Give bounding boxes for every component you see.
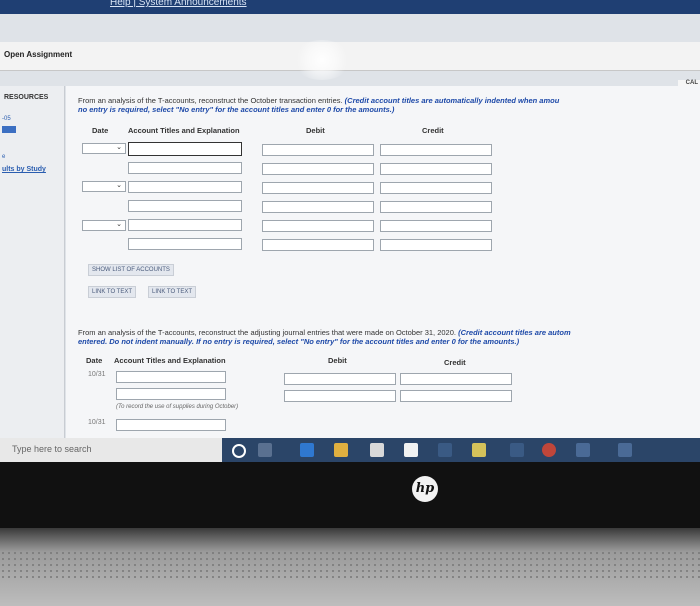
windows-taskbar: Type here to search	[0, 438, 700, 462]
s2-header-account: Account Titles and Explanation	[114, 356, 226, 365]
credit-input[interactable]	[400, 373, 512, 385]
link-to-text-button-2[interactable]: LINK TO TEXT	[148, 286, 197, 298]
help-announcements-links[interactable]: Help | System Announcements	[110, 0, 247, 8]
s1-header-debit: Debit	[306, 126, 325, 135]
sidebar-link[interactable]: -05	[2, 116, 11, 122]
section2-instructions: From an analysis of the T-accounts, reco…	[78, 328, 700, 337]
hp-logo: hp	[412, 476, 438, 502]
section2-instruction-emphasis-2: entered. Do not indent manually. If no e…	[78, 337, 520, 346]
credit-input[interactable]	[400, 390, 512, 402]
account-title-input[interactable]	[128, 162, 242, 174]
app-icon-2[interactable]	[472, 443, 486, 457]
section1-instruction-emphasis-2: no entry is required, select "No entry" …	[78, 105, 395, 114]
account-title-input[interactable]	[128, 181, 242, 193]
edge-icon[interactable]	[300, 443, 314, 457]
top-nav-bar: Help | System Announcements	[0, 0, 700, 14]
debit-input[interactable]	[284, 390, 396, 402]
s2-header-debit: Debit	[328, 356, 347, 365]
app-icon-5[interactable]	[618, 443, 632, 457]
s1-header-credit: Credit	[422, 126, 444, 135]
date-select[interactable]: ⌄	[82, 220, 126, 231]
resources-sidebar: RESOURCES -05 e ults by Study	[0, 86, 65, 438]
amazon-icon[interactable]	[404, 443, 418, 457]
s2-header-date: Date	[86, 356, 103, 365]
debit-input[interactable]	[262, 163, 374, 175]
section1-instructions: From an analysis of the T-accounts, reco…	[78, 96, 700, 105]
section1-instruction-emphasis: (Credit account titles are automatically…	[344, 96, 560, 105]
sidebar-active-item[interactable]	[2, 126, 16, 133]
task-view-icon[interactable]	[258, 443, 272, 457]
credit-input[interactable]	[380, 163, 492, 175]
account-title-input[interactable]	[116, 371, 226, 383]
account-title-input[interactable]	[128, 200, 242, 212]
app-icon[interactable]	[438, 443, 452, 457]
open-assignment-title[interactable]: Open Assignment	[4, 50, 72, 59]
account-title-input[interactable]	[116, 419, 226, 431]
app-icon-3[interactable]	[510, 443, 524, 457]
section1-instruction-text: From an analysis of the T-accounts, reco…	[78, 96, 343, 105]
s2-row1-explanation: (To record the use of supplies during Oc…	[116, 404, 239, 410]
date-select[interactable]: ⌄	[82, 181, 126, 192]
chevron-down-icon: ⌄	[116, 221, 122, 228]
section2-instructions-line2: entered. Do not indent manually. If no e…	[78, 337, 700, 346]
credit-input[interactable]	[380, 220, 492, 232]
file-explorer-icon[interactable]	[334, 443, 348, 457]
s2-row1-date: 10/31	[88, 371, 106, 378]
taskbar-search[interactable]: Type here to search	[0, 438, 222, 462]
debit-input[interactable]	[284, 373, 396, 385]
chevron-down-icon: ⌄	[116, 182, 122, 189]
account-title-input[interactable]	[128, 238, 242, 250]
chevron-down-icon: ⌄	[116, 144, 122, 151]
sidebar-link[interactable]: e	[2, 154, 5, 160]
credit-input[interactable]	[380, 182, 492, 194]
s1-header-account: Account Titles and Explanation	[128, 126, 240, 135]
show-list-of-accounts-button[interactable]: SHOW LIST OF ACCOUNTS	[88, 264, 174, 276]
screen: Help | System Announcements Open Assignm…	[0, 0, 700, 462]
section2-instruction-text: From an analysis of the T-accounts, reco…	[78, 328, 456, 337]
chrome-icon[interactable]	[542, 443, 556, 457]
speaker-grille	[0, 550, 700, 580]
cortana-icon[interactable]	[232, 444, 246, 458]
debit-input[interactable]	[262, 239, 374, 251]
link-to-text-button[interactable]: LINK TO TEXT	[88, 286, 137, 298]
debit-input[interactable]	[262, 144, 374, 156]
section1-instructions-line2: no entry is required, select "No entry" …	[78, 105, 700, 114]
search-placeholder: Type here to search	[12, 444, 92, 454]
debit-input[interactable]	[262, 220, 374, 232]
date-select[interactable]: ⌄	[82, 143, 126, 154]
s2-row2-date: 10/31	[88, 419, 106, 426]
store-icon[interactable]	[370, 443, 384, 457]
account-title-input[interactable]	[116, 388, 226, 400]
resources-heading: RESOURCES	[4, 94, 49, 101]
debit-input[interactable]	[262, 182, 374, 194]
s1-header-date: Date	[92, 126, 109, 135]
results-by-study-link[interactable]: ults by Study	[2, 166, 46, 173]
section2-instruction-emphasis: (Credit account titles are autom	[458, 328, 571, 337]
main-content: From an analysis of the T-accounts, reco…	[66, 86, 700, 438]
account-title-input[interactable]	[128, 142, 242, 156]
credit-input[interactable]	[380, 201, 492, 213]
credit-input[interactable]	[380, 144, 492, 156]
credit-input[interactable]	[380, 239, 492, 251]
app-icon-4[interactable]	[576, 443, 590, 457]
screen-glare	[292, 40, 352, 80]
account-title-input[interactable]	[128, 219, 242, 231]
debit-input[interactable]	[262, 201, 374, 213]
s2-header-credit: Credit	[444, 358, 466, 367]
